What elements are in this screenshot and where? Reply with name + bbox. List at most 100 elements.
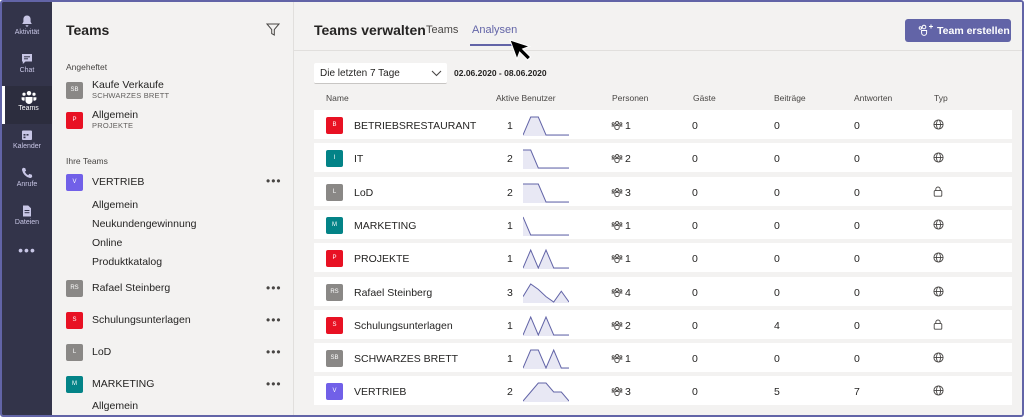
- globe-icon: [933, 352, 944, 363]
- globe-icon: [933, 119, 944, 130]
- team-item-lod[interactable]: L LoD: [62, 340, 287, 368]
- column-header-posts[interactable]: Beiträge: [774, 93, 806, 103]
- pinned-channel-kaufe-verkaufe[interactable]: SB Kaufe Verkaufe SCHWARZES BRETT: [62, 78, 287, 106]
- table-row[interactable]: V VERTRIEB 2 3 0 5 7: [314, 376, 1012, 408]
- rail-item-files[interactable]: Dateien: [2, 200, 52, 238]
- more-apps-button[interactable]: •••: [2, 242, 52, 258]
- channel-item[interactable]: Produktkatalog: [92, 256, 162, 268]
- team-item-vertrieb[interactable]: V VERTRIEB: [62, 170, 287, 198]
- guests-value: 0: [692, 153, 698, 166]
- table-row[interactable]: P PROJEKTE 1 1 0 0 0: [314, 243, 1012, 275]
- active-users-value: 2: [507, 386, 513, 399]
- channel-team: PROJEKTE: [92, 121, 134, 130]
- people-value: 3: [625, 386, 631, 399]
- team-more-button[interactable]: •••: [266, 281, 282, 295]
- team-name: LoD: [354, 186, 374, 199]
- globe-icon: [933, 252, 944, 263]
- people-icon: [611, 220, 623, 230]
- people-icon: [611, 187, 623, 197]
- tab-teams[interactable]: Teams: [426, 24, 458, 36]
- channel-item[interactable]: Neukundengewinnung: [92, 218, 197, 230]
- column-header-type[interactable]: Typ: [934, 93, 948, 103]
- create-team-button[interactable]: Team erstellen: [905, 19, 1011, 42]
- guests-value: 0: [692, 219, 698, 232]
- posts-value: 0: [774, 286, 780, 299]
- create-team-label: Team erstellen: [937, 25, 1010, 37]
- channel-name: Allgemein: [92, 109, 139, 121]
- column-header-replies[interactable]: Antworten: [854, 93, 892, 103]
- team-avatar: P: [326, 250, 343, 268]
- main-pane: Teams verwalten Teams Analysen Team erst…: [294, 2, 1022, 415]
- replies-value: 0: [854, 153, 860, 166]
- file-icon: [23, 205, 31, 217]
- team-name: Rafael Steinberg: [92, 282, 171, 294]
- team-type: [933, 186, 943, 200]
- guests-value: 0: [692, 353, 698, 366]
- tab-analysen[interactable]: Analysen: [472, 24, 517, 36]
- team-avatar: V: [326, 383, 343, 401]
- table-row[interactable]: I IT 2 2 0 0 0: [314, 143, 1012, 175]
- filter-icon[interactable]: [266, 23, 280, 36]
- rail-item-teams[interactable]: Teams: [2, 86, 52, 124]
- channel-item[interactable]: Online: [92, 237, 122, 249]
- table-row[interactable]: RS Rafael Steinberg 3 4 0 0 0: [314, 276, 1012, 308]
- table-row[interactable]: L LoD 2 3 0 0 0: [314, 176, 1012, 208]
- rail-label: Aktivität: [14, 29, 40, 36]
- team-name: Schulungsunterlagen: [354, 319, 453, 332]
- your-teams-label: Ihre Teams: [66, 156, 108, 166]
- team-more-button[interactable]: •••: [266, 345, 282, 359]
- replies-value: 0: [854, 286, 860, 299]
- team-more-button[interactable]: •••: [266, 377, 282, 391]
- channel-item[interactable]: Allgemein: [92, 400, 138, 412]
- column-header-guests[interactable]: Gäste: [693, 93, 716, 103]
- rail-item-activity[interactable]: Aktivität: [2, 10, 52, 48]
- rail-label: Teams: [18, 105, 39, 112]
- chat-icon: [22, 54, 32, 64]
- people-icon: [611, 287, 623, 297]
- team-item-rafael-steinberg[interactable]: RS Rafael Steinberg: [62, 276, 287, 304]
- rail-item-chat[interactable]: Chat: [2, 48, 52, 86]
- active-users-sparkline: [523, 282, 569, 303]
- app-rail: Aktivität Chat Teams Kalender Anrufe Dat…: [2, 2, 52, 415]
- active-users-value: 2: [507, 186, 513, 199]
- globe-icon: [933, 219, 944, 230]
- guests-value: 0: [692, 120, 698, 132]
- date-range-select[interactable]: Die letzten 7 Tage: [314, 63, 447, 84]
- rail-label: Kalender: [12, 143, 42, 150]
- column-header-people[interactable]: Personen: [612, 93, 648, 103]
- people-value: 1: [625, 120, 631, 132]
- calendar-icon: [22, 130, 32, 140]
- active-users-value: 1: [507, 319, 513, 332]
- people-icon-wrap: [611, 354, 623, 366]
- table-row[interactable]: SB SCHWARZES BRETT 1 1 0 0 0: [314, 343, 1012, 375]
- guests-value: 0: [692, 186, 698, 199]
- people-icon: [611, 320, 623, 330]
- channel-item[interactable]: Allgemein: [92, 199, 138, 211]
- pinned-channel-allgemein[interactable]: P Allgemein PROJEKTE: [62, 108, 287, 136]
- team-item-schulungsunterlagen[interactable]: S Schulungsunterlagen: [62, 308, 287, 336]
- active-users-sparkline: [523, 183, 569, 203]
- team-name: Rafael Steinberg: [354, 286, 433, 299]
- rail-item-calls[interactable]: Anrufe: [2, 162, 52, 200]
- table-row[interactable]: S Schulungsunterlagen 1 2 0 4 0: [314, 309, 1012, 341]
- date-range-text: 02.06.2020 - 08.06.2020: [454, 68, 547, 78]
- rail-item-calendar[interactable]: Kalender: [2, 124, 52, 162]
- column-header-name[interactable]: Name: [326, 93, 349, 103]
- guests-value: 0: [692, 286, 698, 299]
- team-item-marketing[interactable]: M MARKETING: [62, 372, 287, 400]
- people-icon: [611, 387, 623, 397]
- table-row[interactable]: M MARKETING 1 1 0 0 0: [314, 209, 1012, 241]
- header-divider: [294, 50, 1022, 51]
- posts-value: 5: [774, 386, 780, 399]
- team-more-button[interactable]: •••: [266, 174, 282, 188]
- table-row[interactable]: B BETRIEBSRESTAURANT 1 1 0 0 0: [314, 110, 1012, 141]
- active-users-sparkline: [523, 348, 569, 370]
- team-avatar: RS: [66, 280, 83, 297]
- guests-value: 0: [692, 386, 698, 399]
- guests-value: 0: [692, 253, 698, 266]
- active-users-value: 1: [507, 120, 513, 132]
- team-more-button[interactable]: •••: [266, 313, 282, 327]
- column-header-active-users[interactable]: Aktive Benutzer: [496, 93, 556, 103]
- active-users-value: 2: [507, 153, 513, 166]
- app-window: Aktivität Chat Teams Kalender Anrufe Dat…: [0, 0, 1024, 417]
